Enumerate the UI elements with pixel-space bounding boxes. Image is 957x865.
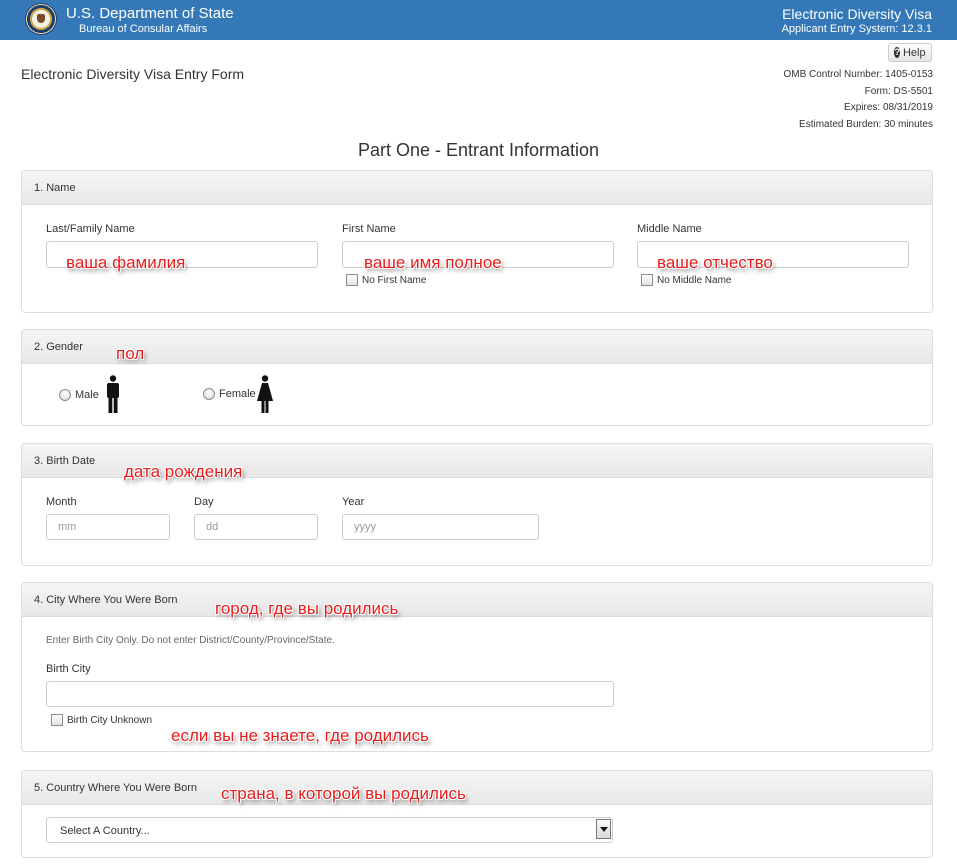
- state-department-seal-icon: [25, 3, 57, 35]
- birth-city-input[interactable]: [46, 681, 614, 707]
- bureau-subtitle: Bureau of Consular Affairs: [79, 23, 208, 35]
- year-input[interactable]: [342, 514, 539, 540]
- no-first-name-checkbox[interactable]: No First Name: [346, 274, 426, 286]
- birth-city-unknown-label: Birth City Unknown: [67, 714, 153, 726]
- annotation-first-name: ваше имя полное: [364, 253, 502, 272]
- annotation-birth-date: дата рождения: [124, 462, 243, 481]
- birth-city-panel-title: 4. City Where You Were Born: [22, 583, 932, 617]
- annotation-middle-name: ваше отчество: [657, 253, 773, 272]
- gender-panel-title: 2. Gender: [22, 330, 932, 364]
- birth-city-note: Enter Birth City Only. Do not enter Dist…: [46, 635, 335, 646]
- annotation-birth-city-unknown: если вы не знаете, где родились: [171, 726, 429, 745]
- help-label: Help: [902, 46, 926, 59]
- first-name-label: First Name: [342, 223, 396, 235]
- omb-control-number: OMB Control Number: 1405-0153: [783, 69, 933, 80]
- year-label: Year: [342, 496, 365, 508]
- male-figure-icon: [107, 375, 119, 413]
- top-banner: U.S. Department of State Bureau of Consu…: [0, 0, 957, 40]
- birth-city-panel: 4. City Where You Were Born Enter Birth …: [21, 582, 933, 752]
- radio-button[interactable]: [203, 388, 215, 400]
- help-button[interactable]: ? Help: [888, 43, 932, 62]
- last-name-label: Last/Family Name: [46, 223, 135, 235]
- question-circle-icon: ?: [894, 47, 900, 58]
- estimated-burden: Estimated Burden: 30 minutes: [799, 118, 933, 130]
- birth-country-selected-value: Select A Country...: [60, 825, 150, 837]
- system-title: Electronic Diversity Visa: [782, 6, 932, 22]
- male-label: Male: [75, 389, 99, 401]
- form-number: Form: DS-5501: [864, 85, 933, 97]
- checkbox-box[interactable]: [641, 274, 653, 286]
- department-title: U.S. Department of State: [66, 5, 234, 22]
- expiration-date: Expires: 08/31/2019: [844, 102, 933, 113]
- middle-name-label: Middle Name: [637, 223, 702, 235]
- no-first-name-label: No First Name: [362, 274, 427, 286]
- birth-city-unknown-checkbox[interactable]: Birth City Unknown: [51, 714, 152, 726]
- day-input[interactable]: [194, 514, 318, 540]
- annotation-birth-country: страна, в которой вы родились: [221, 784, 466, 803]
- male-radio[interactable]: Male: [59, 389, 99, 401]
- caret-down-icon: [599, 826, 608, 832]
- birth-country-panel-title: 5. Country Where You Were Born: [22, 771, 932, 805]
- female-radio[interactable]: Female: [203, 388, 256, 400]
- annotation-last-name: ваша фамилия: [66, 253, 186, 272]
- omb-info: OMB Control Number: 1405-0153 Form: DS-5…: [783, 67, 933, 133]
- name-panel-title: 1. Name: [22, 171, 932, 205]
- annotation-gender: пол: [116, 344, 145, 363]
- birth-country-panel: 5. Country Where You Were Born Select A …: [21, 770, 933, 858]
- birth-country-select[interactable]: Select A Country...: [46, 817, 613, 843]
- radio-button[interactable]: [59, 389, 71, 401]
- month-input[interactable]: [46, 514, 170, 540]
- birth-city-label: Birth City: [46, 663, 91, 675]
- female-label: Female: [219, 388, 256, 400]
- checkbox-box[interactable]: [346, 274, 358, 286]
- birth-date-panel: 3. Birth Date Month Day Year дата рожден…: [21, 443, 933, 566]
- day-label: Day: [194, 496, 214, 508]
- name-panel: 1. Name Last/Family Name First Name No F…: [21, 170, 933, 313]
- month-label: Month: [46, 496, 77, 508]
- no-middle-name-label: No Middle Name: [657, 274, 732, 286]
- dropdown-button[interactable]: [596, 819, 611, 839]
- form-title: Electronic Diversity Visa Entry Form: [21, 66, 245, 82]
- page-title: Part One - Entrant Information: [357, 140, 600, 160]
- system-version: Applicant Entry System: 12.3.1: [781, 23, 932, 35]
- annotation-birth-city: город, где вы родились: [215, 599, 399, 618]
- checkbox-box[interactable]: [51, 714, 63, 726]
- no-middle-name-checkbox[interactable]: No Middle Name: [641, 274, 731, 286]
- female-figure-icon: [257, 375, 273, 413]
- gender-panel: 2. Gender Male Female пол: [21, 329, 933, 426]
